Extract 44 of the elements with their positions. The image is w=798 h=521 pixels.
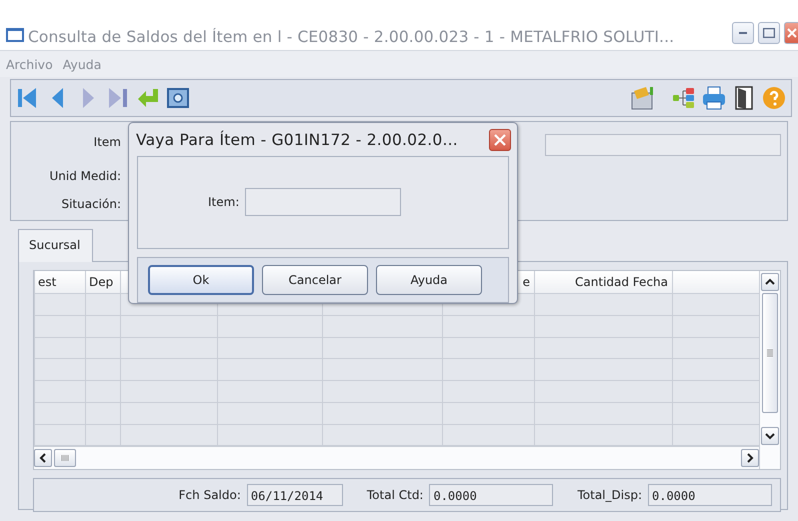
field-label: Unid Medid: [48,168,121,184]
maximize-icon [763,28,775,38]
maximize-button[interactable] [758,22,780,44]
field-label: Total_Disp: [577,488,642,502]
close-icon [494,134,506,146]
total-field: 0.0000 [648,484,772,506]
scrollbar-thumb[interactable] [762,293,778,413]
spreadsheet-icon[interactable] [629,85,655,111]
field-label: Situación: [60,196,121,212]
field-label: Item: [208,195,240,210]
item-input-field[interactable] [245,188,402,216]
total-field: 06/11/2014 [246,484,343,506]
tab[interactable]: Sucursal [18,229,94,262]
field-label: Item [92,134,121,151]
hierarchy-icon[interactable] [671,85,697,111]
scrollbar-thumb[interactable] [54,449,76,468]
scroll-left-button[interactable] [34,449,52,468]
minimize-icon [739,31,747,35]
total-field: 0.0000 [429,484,554,506]
window-icon [6,28,24,42]
chevron-down-icon [765,432,775,440]
scroll-right-button[interactable] [741,449,759,468]
printer-icon[interactable] [701,85,727,111]
window-title: Consulta de Saldos del Ítem en l - CE0830 - 2.00.00.023 - 1 - METALFRIO SOLUTI... [28,28,676,46]
dialog-button[interactable]: Ayuda [376,264,482,295]
close-icon [786,28,796,38]
dialog-title: Vaya Para Ítem - G01IN172 - 2.00.02.0... [136,130,459,149]
close-button[interactable] [489,128,511,151]
column-header: Dep [85,271,120,293]
minimize-button[interactable] [732,22,754,44]
column-header: est [34,271,85,293]
column-header: Cantidad Fecha [534,271,672,293]
close-button[interactable] [784,22,798,44]
preview-icon[interactable] [165,85,191,111]
chevron-right-icon [746,453,754,464]
field-label: Total Ctd: [366,488,424,502]
dialog-button[interactable]: Cancelar [262,264,368,295]
scroll-up-button[interactable] [761,273,779,291]
item-field[interactable] [545,134,781,156]
chevron-up-icon [765,278,775,286]
field-label: Fch Saldo: [178,488,241,502]
dialog-button[interactable]: Ok [148,264,254,295]
chevron-left-icon [39,453,47,464]
scroll-down-button[interactable] [761,427,779,445]
